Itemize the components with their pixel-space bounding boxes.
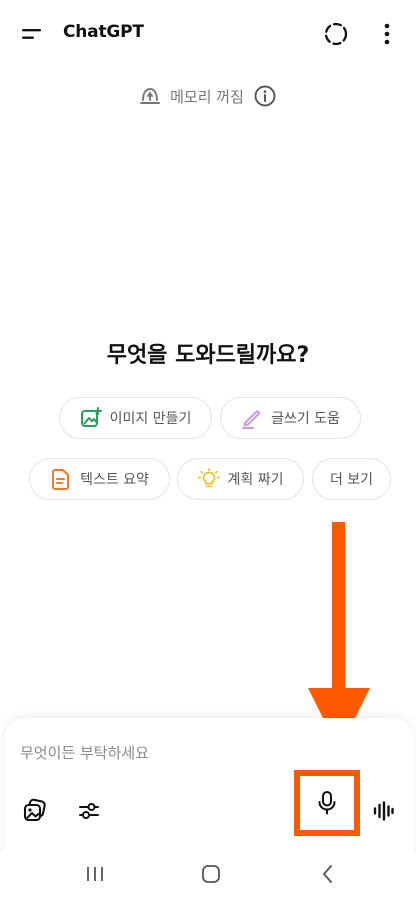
voice-mode-button[interactable] — [366, 794, 400, 828]
chip-label: 계획 짜기 — [227, 472, 284, 488]
composer — [4, 718, 414, 858]
suggestion-make-plan[interactable]: 계획 짜기 — [177, 458, 304, 500]
memory-info-button[interactable] — [252, 83, 278, 109]
memory-status-label: 메모리 꺼짐 — [170, 87, 244, 106]
dashed-circle-icon — [324, 22, 348, 46]
home-square-icon — [202, 865, 220, 883]
suggestion-more[interactable]: 더 보기 — [312, 458, 391, 500]
microphone-highlight-box — [294, 770, 360, 836]
system-navigation-bar — [0, 852, 416, 897]
info-icon — [254, 85, 276, 107]
recents-icon — [87, 867, 103, 881]
suggestion-create-image[interactable]: 이미지 만들기 — [59, 397, 212, 439]
app-title: ChatGPT — [63, 22, 144, 42]
back-button[interactable] — [308, 860, 348, 888]
suggestion-writing-help[interactable]: 글쓰기 도움 — [220, 397, 361, 439]
waveform-icon — [373, 801, 394, 821]
document-icon — [50, 468, 72, 490]
image-plus-icon — [80, 407, 102, 429]
recent-apps-button[interactable] — [75, 860, 115, 888]
memory-icon — [140, 88, 161, 104]
menu-button[interactable] — [16, 18, 48, 50]
chevron-left-icon — [323, 865, 332, 883]
menu-icon — [22, 29, 41, 39]
temporary-chat-button[interactable] — [320, 18, 352, 50]
home-button[interactable] — [191, 860, 231, 888]
message-input[interactable] — [20, 738, 380, 768]
pen-icon — [241, 407, 263, 429]
suggestion-summarize-text[interactable]: 텍스트 요약 — [29, 458, 170, 500]
more-options-button[interactable] — [372, 18, 402, 50]
vertical-dots-icon — [384, 23, 390, 45]
welcome-headline: 무엇을 도와드릴까요? — [106, 343, 310, 368]
chip-label: 이미지 만들기 — [109, 411, 192, 427]
chip-label: 더 보기 — [329, 472, 374, 488]
top-bar: ChatGPT — [0, 0, 416, 70]
memory-status[interactable]: 메모리 꺼짐 — [0, 80, 416, 112]
chip-label: 글쓰기 도움 — [271, 411, 340, 427]
chat-screen: ChatGPT 메모리 꺼짐 무엇을 도와드릴까요? 이미지 만들기 글쓰기 도… — [0, 0, 416, 897]
chip-label: 텍스트 요약 — [80, 472, 149, 488]
image-gallery-icon — [23, 798, 46, 822]
tools-button[interactable] — [72, 794, 106, 828]
sliders-icon — [79, 803, 99, 819]
attach-image-button[interactable] — [18, 794, 52, 828]
lightbulb-icon — [197, 468, 220, 490]
